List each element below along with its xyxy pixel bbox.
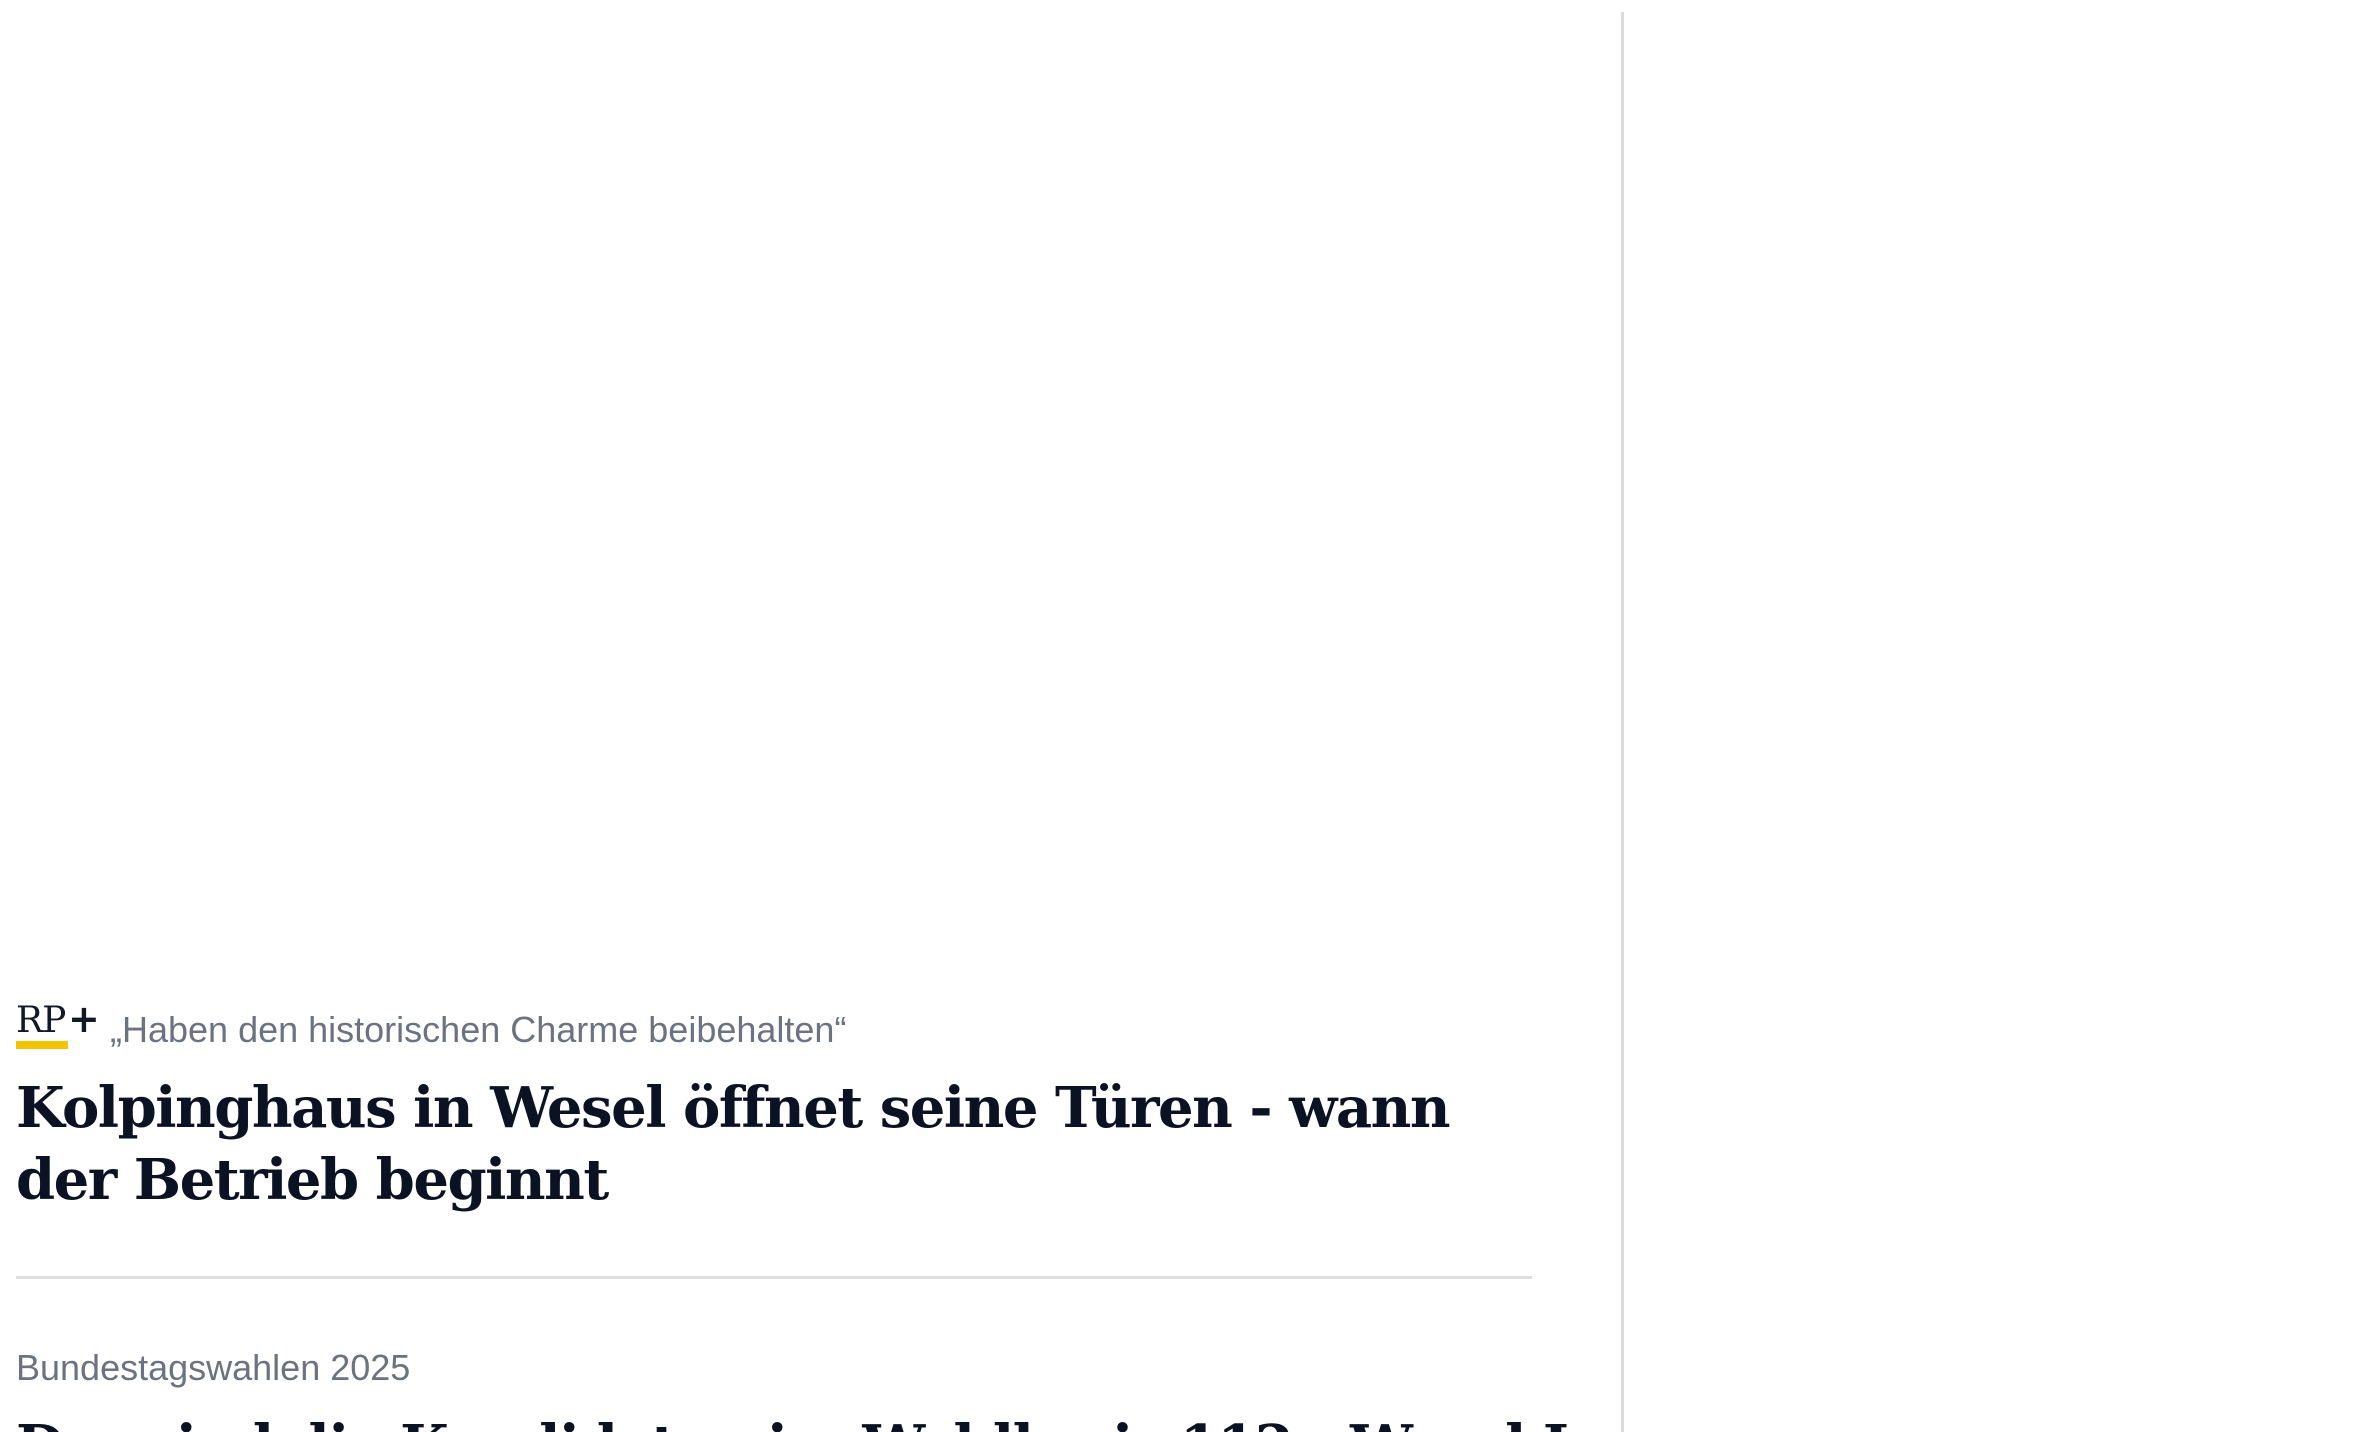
article-headline[interactable]: Kolpinghaus in Wesel öffnet seine Türen … (16, 1072, 1456, 1216)
sidebar (1624, 0, 2366, 1432)
page: RP + „Haben den historischen Charme beib… (0, 0, 2366, 1432)
kicker-row: RP + „Haben den historischen Charme beib… (16, 997, 1532, 1052)
article-kicker: Bundestagswahlen 2025 (16, 1347, 411, 1388)
article-headline[interactable]: Das sind die Kandidaten im Wahlkreis 112… (16, 1410, 1569, 1432)
rp-plus-logo: RP + (16, 997, 100, 1051)
article-teaser[interactable]: RP + „Haben den historischen Charme beib… (16, 997, 1532, 1216)
main-column: RP + „Haben den historischen Charme beib… (0, 0, 1569, 1432)
article-teaser[interactable]: Bundestagswahlen 2025 Das sind die Kandi… (16, 1338, 1569, 1432)
article-kicker: „Haben den historischen Charme beibehalt… (110, 1009, 847, 1050)
divider (16, 1276, 1532, 1279)
teaser-image[interactable] (16, 16, 1532, 976)
